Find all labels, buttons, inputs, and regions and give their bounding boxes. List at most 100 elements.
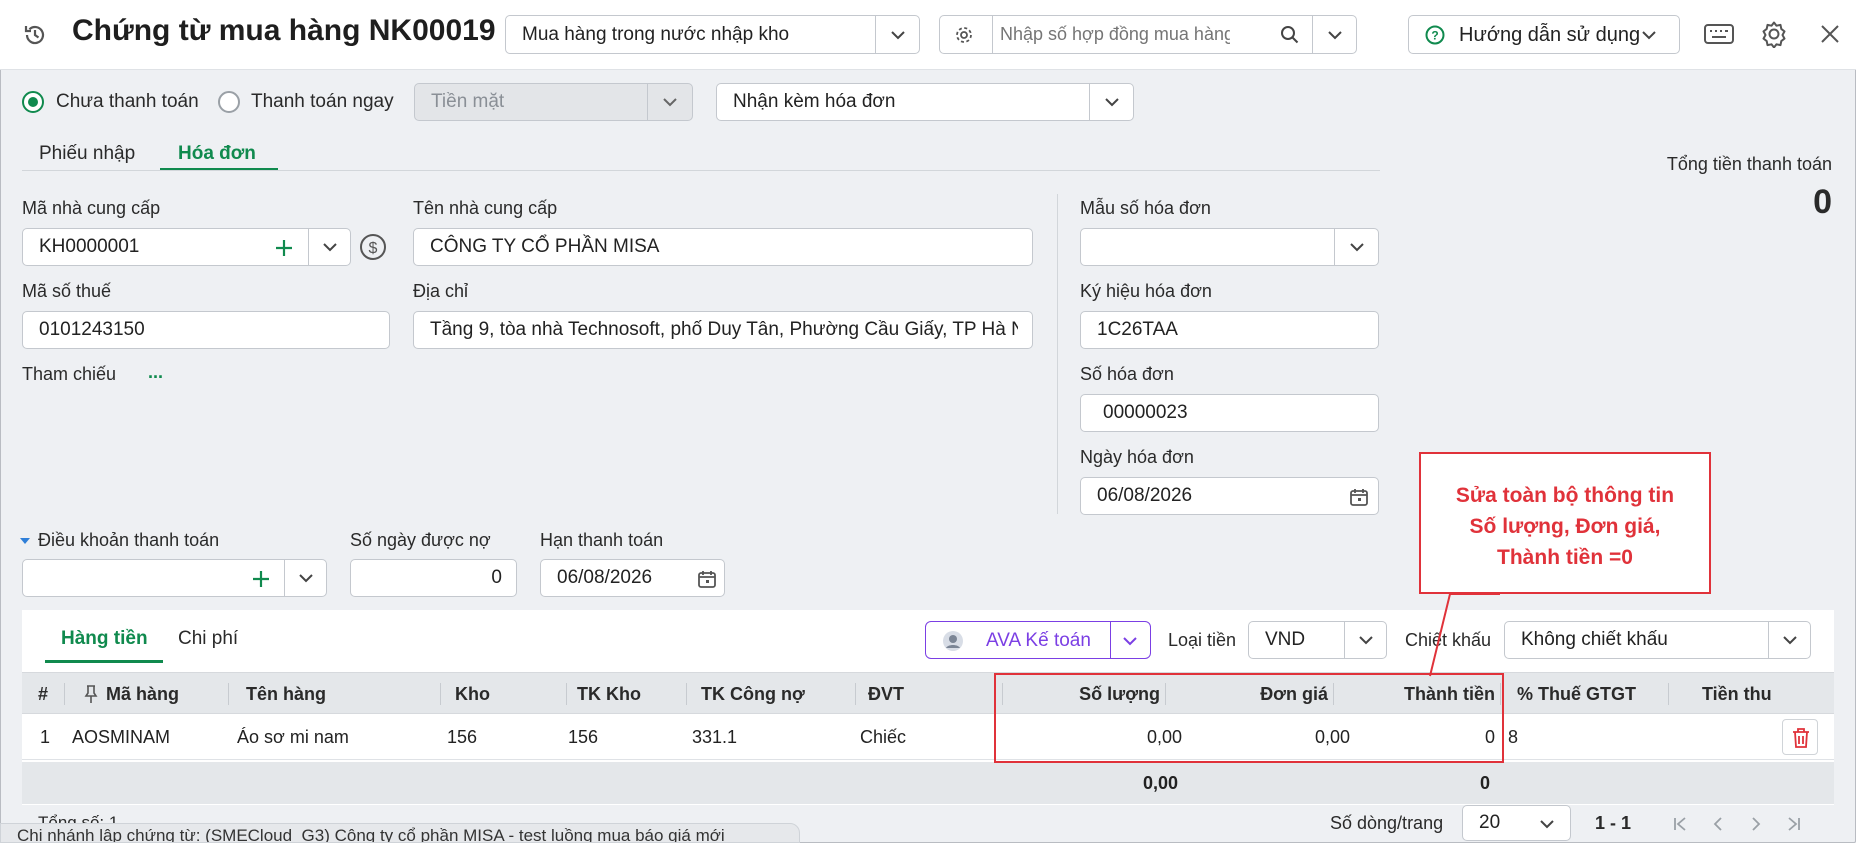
caret-down-icon[interactable] <box>19 536 31 546</box>
address-value: Tầng 9, tòa nhà Technosoft, phố Duy Tân,… <box>430 319 1018 340</box>
chevron-down-icon[interactable] <box>1768 622 1810 658</box>
help-button[interactable]: ? Hướng dẫn sử dụng <box>1408 15 1680 54</box>
credit-days-input[interactable]: 0 <box>350 559 517 597</box>
total-label: Tổng tiền thanh toán <box>1666 154 1832 174</box>
currency-value: VND <box>1265 629 1306 650</box>
detail-tab-indicator <box>45 660 163 663</box>
page-range: 1 - 1 <box>1595 813 1632 833</box>
payment-terms-input[interactable] <box>22 559 327 597</box>
credit-days-label: Số ngày được nợ <box>350 530 491 550</box>
calendar-icon[interactable] <box>1349 487 1369 507</box>
total-value: 0 <box>1813 183 1832 221</box>
invoice-number-value: 00000023 <box>1103 402 1188 423</box>
cell-vat[interactable]: 8 <box>1508 714 1518 760</box>
branch-status-bar: Chi nhánh lập chứng từ: (SMECloud_G3) Cô… <box>0 823 800 843</box>
discount-value: Không chiết khấu <box>1521 629 1668 650</box>
contract-search-box[interactable] <box>939 15 1357 54</box>
currency-dollar-icon[interactable]: $ <box>359 233 387 261</box>
voucher-type-select[interactable]: Mua hàng trong nước nhập kho <box>505 15 920 54</box>
reference-label: Tham chiếu <box>22 364 117 384</box>
invoice-date-input[interactable]: 06/08/2026 <box>1080 477 1379 515</box>
col-vat: % Thuế GTGT <box>1517 684 1636 704</box>
table-row[interactable]: 1 AOSMINAM Áo sơ mi nam 156 156 331.1 Ch… <box>22 714 1834 760</box>
cell-item-code[interactable]: AOSMINAM <box>72 714 170 760</box>
tab-goods[interactable]: Hàng tiền <box>61 628 148 650</box>
invoice-template-select[interactable] <box>1080 228 1379 266</box>
last-page-icon[interactable] <box>1786 816 1802 832</box>
unpaid-radio[interactable] <box>22 91 44 113</box>
first-page-icon[interactable] <box>1672 816 1688 832</box>
reference-more-link[interactable]: ... <box>148 362 163 383</box>
calendar-icon[interactable] <box>697 569 717 589</box>
history-icon[interactable] <box>22 22 48 48</box>
help-circle-icon: ? <box>1425 25 1445 45</box>
add-icon[interactable] <box>252 570 270 588</box>
annotation-line-2: Số lượng, Đơn giá, <box>1469 515 1661 538</box>
payment-method-select: Tiền mặt <box>414 83 693 121</box>
chevron-down-icon[interactable] <box>1344 622 1386 658</box>
cell-warehouse[interactable]: 156 <box>447 714 477 760</box>
tab-divider <box>22 170 1380 171</box>
col-item-name: Tên hàng <box>246 684 326 704</box>
highlight-box <box>994 673 1504 763</box>
voucher-type-value: Mua hàng trong nước nhập kho <box>522 23 790 45</box>
invoice-number-input[interactable]: 00000023 <box>1080 394 1379 432</box>
pay-now-radio[interactable] <box>218 91 240 113</box>
supplier-code-value: KH0000001 <box>39 236 140 257</box>
close-icon[interactable] <box>1820 24 1840 44</box>
chevron-down-icon[interactable] <box>284 560 326 596</box>
supplier-name-value: CÔNG TY CỔ PHẦN MISA <box>430 236 660 257</box>
chevron-down-icon[interactable] <box>875 16 919 53</box>
next-page-icon[interactable] <box>1748 816 1764 832</box>
chevron-down-icon <box>1641 30 1657 40</box>
settings-gear-icon[interactable] <box>1760 20 1788 48</box>
annotation-pointer <box>1429 593 1500 677</box>
due-date-label: Hạn thanh toán <box>540 530 664 550</box>
ava-assistant-button[interactable]: AVA Kế toán <box>925 621 1151 659</box>
cell-item-name[interactable]: Áo sơ mi nam <box>237 714 349 760</box>
due-date-value: 06/08/2026 <box>557 567 653 588</box>
chevron-down-icon[interactable] <box>1334 229 1378 265</box>
cell-warehouse-account[interactable]: 156 <box>568 714 598 760</box>
tab-invoice[interactable]: Hóa đơn <box>178 143 256 165</box>
chevron-down-icon <box>647 84 692 120</box>
chevron-down-icon[interactable] <box>1122 636 1138 646</box>
chevron-down-icon[interactable] <box>1312 16 1356 53</box>
search-icon[interactable] <box>1280 25 1300 45</box>
col-collected: Tiền thu <box>1702 684 1772 704</box>
col-separator <box>1668 683 1669 705</box>
ava-label: AVA Kế toán <box>986 630 1091 651</box>
col-separator <box>566 683 567 705</box>
delete-row-button[interactable] <box>1782 719 1818 755</box>
tab-receipt[interactable]: Phiếu nhập <box>39 143 135 165</box>
prev-page-icon[interactable] <box>1710 816 1726 832</box>
annotation-line-3: Thành tiền =0 <box>1497 546 1633 569</box>
due-date-input[interactable]: 06/08/2026 <box>540 559 725 597</box>
discount-select[interactable]: Không chiết khấu <box>1504 621 1811 659</box>
chevron-down-icon[interactable] <box>308 229 350 265</box>
add-icon[interactable] <box>275 239 293 257</box>
supplier-name-input[interactable]: CÔNG TY CỔ PHẦN MISA <box>413 228 1033 266</box>
gear-icon[interactable] <box>954 25 974 45</box>
invoice-symbol-input[interactable]: 1C26TAA <box>1080 311 1379 349</box>
col-separator <box>686 683 687 705</box>
supplier-name-label: Tên nhà cung cấp <box>413 198 558 218</box>
keyboard-icon[interactable] <box>1703 21 1735 47</box>
cell-debt-account[interactable]: 331.1 <box>692 714 737 760</box>
contract-search-input[interactable] <box>1000 20 1230 49</box>
address-input[interactable]: Tầng 9, tòa nhà Technosoft, phố Duy Tân,… <box>413 311 1033 349</box>
pin-icon[interactable] <box>84 684 98 704</box>
chevron-down-icon[interactable] <box>1089 84 1133 120</box>
invoice-symbol-label: Ký hiệu hóa đơn <box>1080 281 1212 301</box>
invoice-option-select[interactable]: Nhận kèm hóa đơn <box>716 83 1134 121</box>
invoice-number-label: Số hóa đơn <box>1080 364 1174 384</box>
payment-method-value: Tiền mặt <box>431 91 505 112</box>
col-separator <box>64 683 65 705</box>
supplier-code-input[interactable]: KH0000001 <box>22 228 351 266</box>
rows-per-page-select[interactable]: 20 <box>1462 805 1571 841</box>
currency-select[interactable]: VND <box>1248 621 1387 659</box>
svg-text:?: ? <box>1431 29 1438 43</box>
tab-costs[interactable]: Chi phí <box>178 628 238 650</box>
tax-code-input[interactable]: 0101243150 <box>22 311 390 349</box>
cell-unit[interactable]: Chiếc <box>860 714 906 760</box>
